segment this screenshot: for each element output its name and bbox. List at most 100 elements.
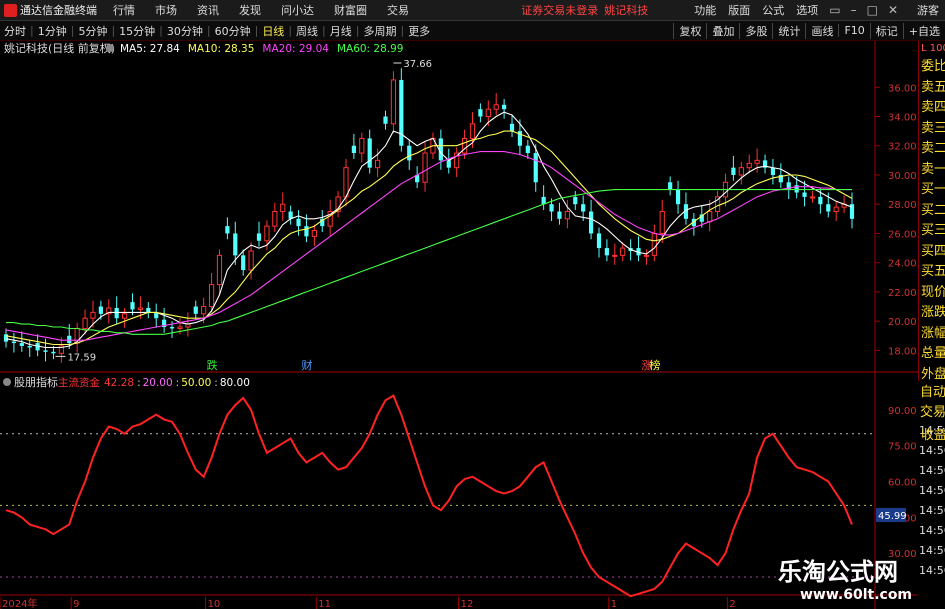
period-tab[interactable]: 30分钟 [167, 23, 203, 39]
candle-up [375, 159, 381, 169]
candle-up [390, 79, 397, 125]
legend-sep: : [137, 377, 141, 389]
menu-market[interactable]: 市场 [155, 2, 177, 18]
quote-field-label: 卖三 [921, 120, 945, 136]
guest-button[interactable]: 游客 [917, 2, 939, 18]
candle-up [485, 108, 491, 118]
tool-stats[interactable]: 统计 [772, 22, 805, 39]
auto-trade-label[interactable]: 交易 [918, 403, 945, 423]
menu-layout[interactable]: 版面 [728, 2, 750, 18]
y-tick-label: 36.00 [888, 83, 917, 94]
y-tick-label: 28.00 [888, 200, 917, 211]
indicator-settings-icon[interactable] [3, 378, 11, 386]
candle-down [351, 145, 356, 154]
menu-news[interactable]: 资讯 [197, 2, 219, 18]
quote-field-label: 涨幅 [921, 325, 945, 341]
ma-legend-item: MA60: 28.99 [337, 43, 404, 55]
indicator-level: 80.00 [220, 377, 250, 389]
chart-area[interactable]: 18.00 20.00 22.00 24.00 26.00 28.00 30.00 32.00… [0, 41, 945, 609]
period-tab[interactable]: 多周期 [363, 23, 396, 39]
legend-sep: : [176, 377, 180, 389]
menu-options[interactable]: 选项 [796, 2, 818, 18]
ma-legend-item: MA5: 27.84 [120, 43, 180, 55]
side-panel-header: L 1000 [921, 43, 945, 54]
stock-name: 姚记科技 [604, 4, 649, 17]
quote-field-label: 卖一 [921, 161, 945, 177]
x-tick-label: 1 [611, 599, 617, 609]
candle-down [604, 248, 609, 256]
candle-down [502, 104, 507, 110]
candle-up [738, 167, 744, 176]
maximize-icon[interactable]: □ [867, 3, 878, 17]
menu-formula[interactable]: 公式 [762, 2, 784, 18]
y-tick-label: 30.00 [888, 171, 917, 182]
y-tick-label: 60.00 [888, 478, 917, 489]
candle-down [225, 226, 230, 234]
menu-wealth[interactable]: 财富圈 [334, 2, 367, 18]
x-tick-label: 9 [73, 599, 79, 609]
quote-field-label: 买二 [921, 202, 945, 218]
candle-down [98, 306, 103, 314]
period-tab-active[interactable]: 日线 [262, 23, 284, 39]
candle-up [620, 247, 626, 256]
period-tab[interactable]: 15分钟 [119, 23, 155, 39]
tool-draw[interactable]: 画线 [805, 22, 838, 39]
indicator-legend: 主流资金 42.28:20.00:50.00:80.00 [58, 376, 250, 389]
y-tick-label: 26.00 [888, 229, 917, 240]
menu-ask[interactable]: 问小达 [281, 2, 314, 18]
event-marker: 榜 [649, 358, 660, 372]
candle-down [557, 211, 562, 219]
candle-down [802, 192, 807, 197]
tool-fq[interactable]: 复权 [673, 22, 706, 39]
period-tab[interactable]: 5分钟 [78, 23, 107, 39]
candle-down [169, 326, 175, 329]
legend-sep: : [214, 377, 218, 389]
y-tick-label: 75.00 [888, 442, 917, 453]
candle-down [146, 307, 151, 313]
window-menu-icon[interactable]: ▭ [829, 3, 840, 17]
tool-overlay[interactable]: 叠加 [706, 22, 739, 39]
settings-dot-icon[interactable] [106, 44, 114, 52]
app-title: 通达信金融终端 [20, 4, 97, 17]
minimize-icon[interactable]: – [851, 3, 857, 17]
candle-up [461, 137, 468, 154]
candle-down [770, 167, 776, 175]
trade-login-notice[interactable]: 证券交易未登录 [521, 2, 598, 18]
quote-field-label: 买五 [921, 264, 945, 279]
menu-discover[interactable]: 发现 [239, 2, 261, 18]
chart-title: 姚记科技(日线 前复权) [4, 41, 115, 55]
candle-down [27, 345, 32, 348]
quote-field-label: 买一 [921, 182, 945, 197]
auto-trade-label[interactable]: 自动 [918, 383, 945, 403]
candle-up [343, 167, 349, 198]
menu-function[interactable]: 功能 [694, 2, 716, 18]
period-tab[interactable]: 分时 [4, 23, 26, 39]
period-tab[interactable]: 周线 [296, 23, 318, 39]
tick-time: 14:56 [919, 524, 945, 537]
tool-f10[interactable]: F10 [838, 24, 869, 37]
tool-add-watchlist[interactable]: +自选 [902, 22, 945, 39]
indicator-series-value: 42.28 [104, 377, 134, 389]
quote-field-label: 现价 [921, 284, 945, 300]
period-tab[interactable]: 月线 [330, 23, 352, 39]
tick-time: 14:56 [919, 484, 945, 497]
candle-down [818, 196, 823, 205]
tool-multi[interactable]: 多股 [739, 22, 772, 39]
period-tab[interactable]: 1分钟 [38, 23, 67, 39]
period-tab[interactable]: 60分钟 [215, 23, 251, 39]
close-icon[interactable]: ✕ [888, 3, 898, 17]
high-price-label: 37.66 [403, 59, 432, 70]
menu-trade[interactable]: 交易 [387, 2, 409, 18]
candle-up [651, 232, 657, 256]
period-tab-more[interactable]: 更多 [408, 23, 430, 39]
candle-down [233, 233, 238, 256]
quote-field-label: 委比 [921, 59, 945, 74]
chart-header: 姚记科技(日线 前复权) MA5: 27.84 MA10: 28.35 MA20: … [4, 41, 404, 55]
tool-mark[interactable]: 标记 [869, 22, 903, 39]
menu-quotes[interactable]: 行情 [113, 2, 135, 18]
candle-down [446, 160, 451, 168]
quote-field-label: 买三 [921, 223, 945, 238]
y-tick-label: 20.00 [888, 317, 917, 328]
y-tick-label: 18.00 [888, 346, 917, 357]
chart-tools: 复权 叠加 多股 统计 画线 F10 标记 +自选 [673, 22, 945, 39]
